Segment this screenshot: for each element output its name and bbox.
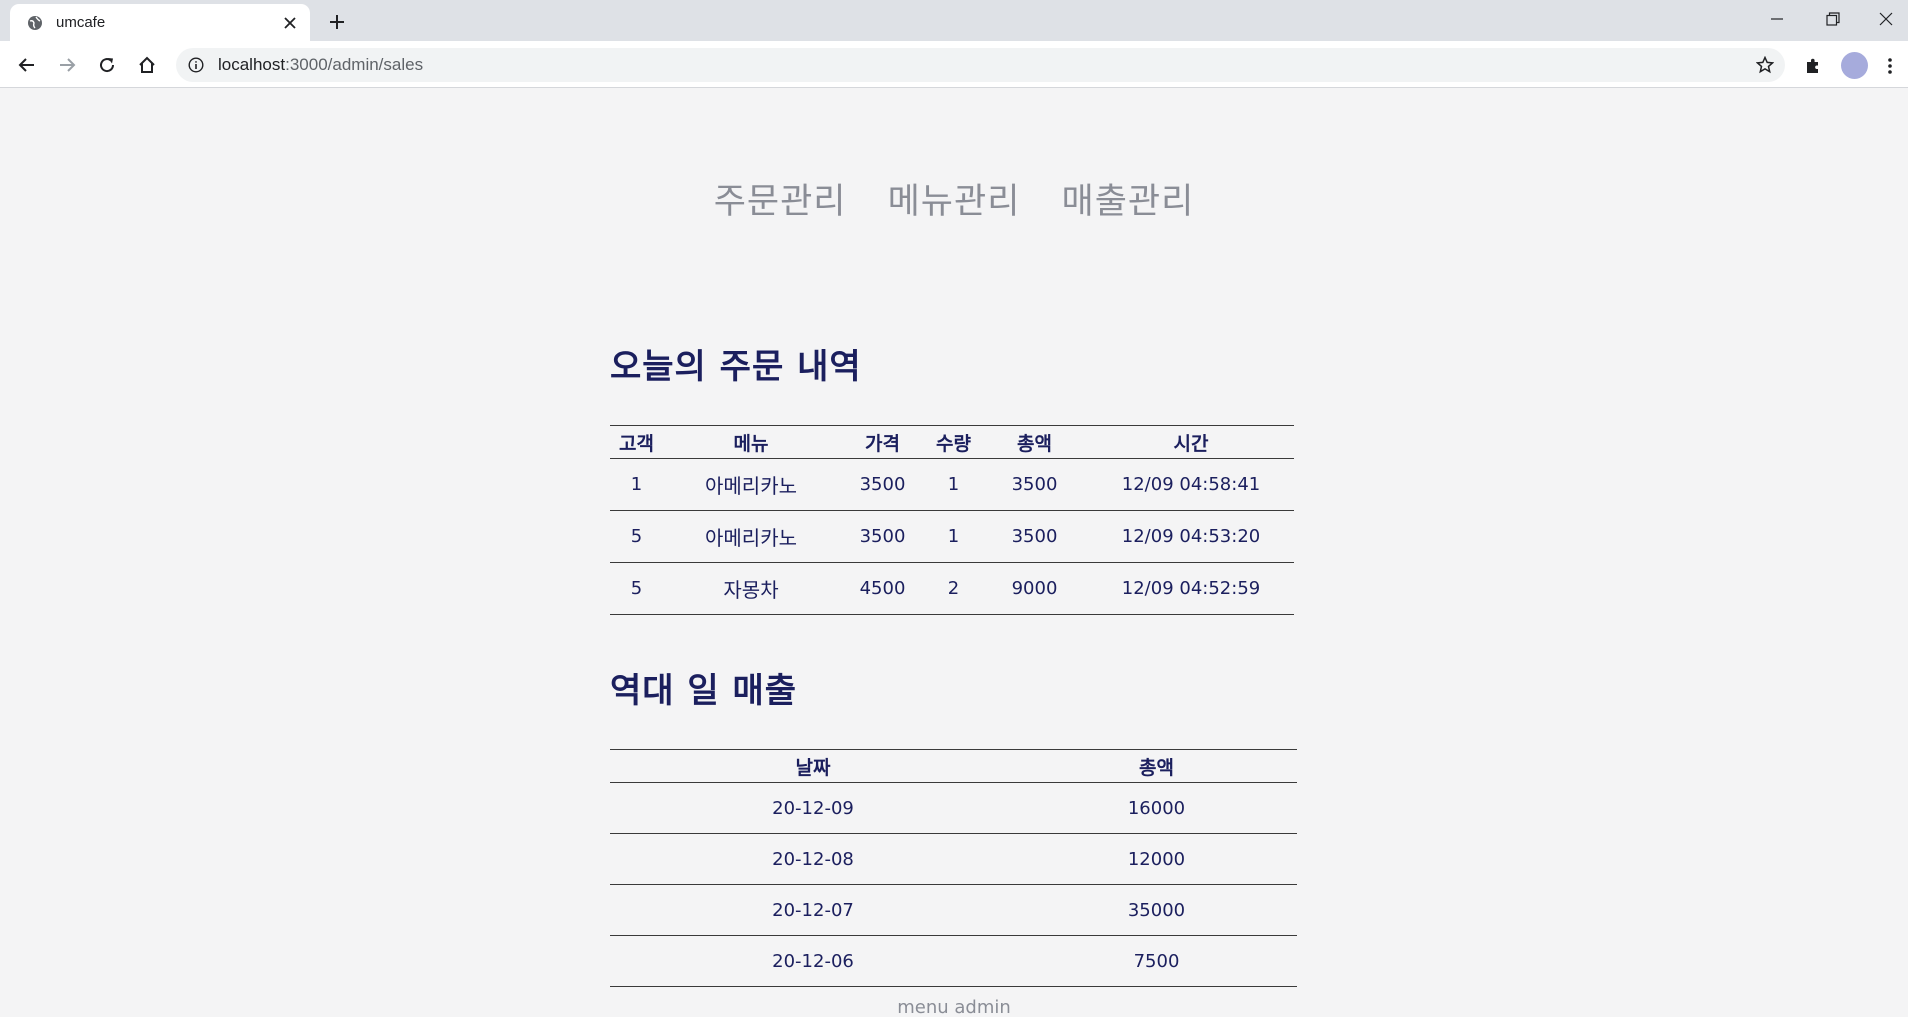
browser-tab-bar: umcafe [0, 0, 1908, 41]
close-window-icon[interactable] [1864, 4, 1908, 34]
total-cell: 3500 [981, 458, 1088, 511]
daily-sales-heading: 역대 일 매출 [610, 671, 798, 711]
address-bar[interactable]: localhost:3000/admin/sales [176, 48, 1785, 82]
quantity-cell: 1 [926, 458, 981, 511]
close-tab-icon[interactable] [280, 13, 300, 33]
table-row: 1 아메리카노 3500 1 3500 12/09 04:58:41 [610, 458, 1294, 511]
table-row: 20-12-09 16000 [610, 782, 1297, 834]
total-cell: 7500 [1016, 935, 1297, 987]
total-cell: 35000 [1016, 884, 1297, 936]
menu-cell: 자몽차 [663, 562, 839, 615]
quantity-cell: 1 [926, 510, 981, 563]
table-row: 20-12-06 7500 [610, 935, 1297, 987]
reload-icon[interactable] [92, 50, 122, 80]
date-cell: 20-12-09 [610, 782, 1016, 834]
customer-cell: 5 [610, 562, 663, 615]
url-path: :3000/admin/sales [285, 55, 424, 74]
price-cell: 3500 [839, 458, 926, 511]
admin-nav: 주문관리 메뉴관리 매출관리 [0, 173, 1908, 224]
nav-sales-management[interactable]: 매출관리 [1062, 173, 1195, 224]
daily-sales-table: 날짜 총액 20-12-09 16000 20-12-08 12000 20-1… [610, 749, 1297, 987]
col-header-time: 시간 [1088, 425, 1294, 459]
menu-cell: 아메리카노 [663, 458, 839, 511]
date-cell: 20-12-07 [610, 884, 1016, 936]
col-header-menu: 메뉴 [663, 425, 839, 459]
browser-tab[interactable]: umcafe [10, 4, 310, 41]
col-header-price: 가격 [839, 425, 926, 459]
tab-title: umcafe [56, 14, 106, 31]
total-cell: 16000 [1016, 782, 1297, 834]
globe-icon [26, 14, 44, 32]
price-cell: 4500 [839, 562, 926, 615]
time-cell: 12/09 04:58:41 [1088, 458, 1294, 511]
price-cell: 3500 [839, 510, 926, 563]
total-cell: 9000 [981, 562, 1088, 615]
date-cell: 20-12-08 [610, 833, 1016, 885]
customer-cell: 5 [610, 510, 663, 563]
site-info-icon[interactable] [186, 55, 206, 75]
quantity-cell: 2 [926, 562, 981, 615]
home-icon[interactable] [132, 50, 162, 80]
date-cell: 20-12-06 [610, 935, 1016, 987]
menu-cell: 아메리카노 [663, 510, 839, 563]
table-row: 20-12-07 35000 [610, 884, 1297, 936]
forward-arrow-icon[interactable] [52, 50, 82, 80]
footer-text: menu admin [897, 997, 1011, 1017]
col-header-customer: 고객 [610, 425, 663, 459]
col-header-quantity: 수량 [926, 425, 981, 459]
browser-toolbar: localhost:3000/admin/sales [0, 41, 1908, 88]
bookmark-star-icon[interactable] [1755, 55, 1775, 75]
time-cell: 12/09 04:52:59 [1088, 562, 1294, 615]
table-row: 5 아메리카노 3500 1 3500 12/09 04:53:20 [610, 510, 1294, 563]
table-header-row: 고객 메뉴 가격 수량 총액 시간 [610, 425, 1294, 459]
new-tab-button[interactable] [325, 10, 349, 34]
table-row: 20-12-08 12000 [610, 833, 1297, 885]
col-header-total: 총액 [981, 425, 1088, 459]
table-header-row: 날짜 총액 [610, 749, 1297, 783]
time-cell: 12/09 04:53:20 [1088, 510, 1294, 563]
today-orders-table: 고객 메뉴 가격 수량 총액 시간 1 아메리카노 3500 1 3500 12… [610, 425, 1294, 615]
profile-avatar[interactable] [1841, 52, 1868, 79]
url-host: localhost [218, 55, 286, 74]
minimize-icon[interactable] [1755, 4, 1799, 34]
extensions-puzzle-icon[interactable] [1800, 53, 1826, 79]
back-arrow-icon[interactable] [12, 50, 42, 80]
nav-menu-management[interactable]: 메뉴관리 [888, 173, 1021, 224]
table-row: 5 자몽차 4500 2 9000 12/09 04:52:59 [610, 562, 1294, 615]
page-content: 주문관리 메뉴관리 매출관리 오늘의 주문 내역 고객 메뉴 가격 수량 총액 … [0, 89, 1908, 1017]
url-text: localhost:3000/admin/sales [218, 55, 423, 75]
more-menu-icon[interactable] [1880, 53, 1900, 79]
col-header-total: 총액 [1016, 749, 1297, 783]
customer-cell: 1 [610, 458, 663, 511]
total-cell: 3500 [981, 510, 1088, 563]
restore-icon[interactable] [1811, 4, 1855, 34]
total-cell: 12000 [1016, 833, 1297, 885]
nav-order-management[interactable]: 주문관리 [714, 173, 847, 224]
today-orders-heading: 오늘의 주문 내역 [610, 347, 862, 387]
col-header-date: 날짜 [610, 749, 1016, 783]
